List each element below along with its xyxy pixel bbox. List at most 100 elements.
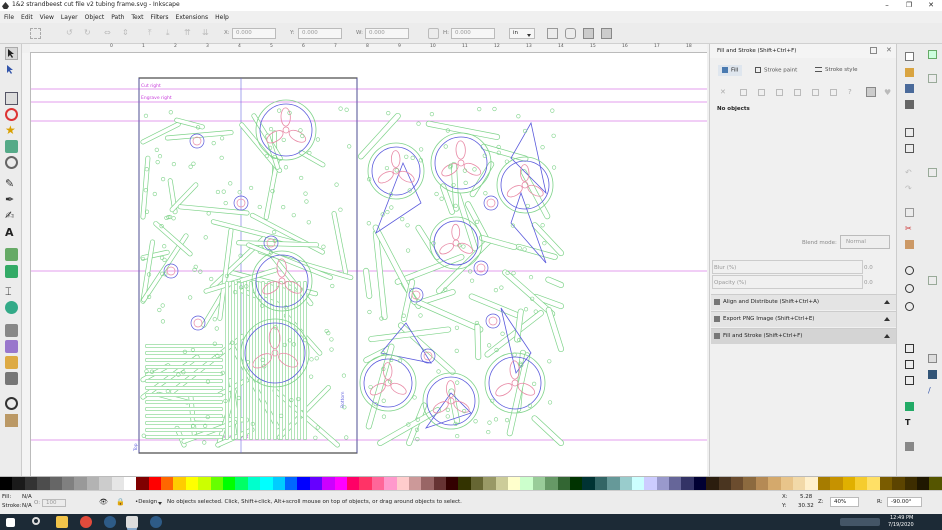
cut-link-inner[interactable] [546,277,564,288]
cut-hole[interactable] [381,414,387,419]
palette-swatch[interactable] [24,477,38,490]
cut-hole[interactable] [211,140,216,146]
cut-hole[interactable] [160,319,166,324]
eraser-tool-icon[interactable] [5,265,18,278]
cut-hole[interactable] [347,144,352,149]
palette-swatch[interactable] [879,477,893,490]
cut-hole[interactable] [404,154,409,159]
cut-link-inner[interactable] [426,121,500,140]
palette-swatch[interactable] [37,477,50,490]
engrave-hub[interactable] [282,126,290,134]
engrave-petal[interactable] [494,381,514,398]
palette-swatch[interactable] [272,477,285,490]
palette-swatch[interactable] [594,477,608,490]
palette-swatch[interactable] [235,477,248,490]
cut-hole[interactable] [344,107,349,112]
palette-swatch[interactable] [49,477,62,490]
lock-ratio-icon[interactable] [428,28,439,39]
spiral-tool-icon[interactable] [5,156,18,169]
palette-swatch[interactable] [582,477,595,490]
palette-swatch[interactable] [731,477,744,490]
palette-swatch[interactable] [780,477,793,490]
print-icon[interactable] [905,100,914,109]
palette-swatch[interactable] [86,477,100,490]
bucket-tool-icon[interactable] [5,301,18,314]
palette-swatch[interactable] [644,477,657,490]
cut-hole[interactable] [168,110,173,115]
cut-hole[interactable] [445,407,450,413]
pattern-icon[interactable] [812,89,819,96]
palette-swatch[interactable] [12,477,25,490]
cut-hole[interactable] [493,288,499,293]
system-tray-icons[interactable] [840,518,880,526]
snap-grid-icon[interactable] [928,370,937,379]
palette-swatch[interactable] [929,477,942,490]
cut-hole[interactable] [154,147,159,152]
section-export-png[interactable]: Export PNG Image (Shift+Ctrl+E) [711,311,896,327]
fill-rule-evenodd-icon[interactable] [866,87,876,97]
cut-hole[interactable] [206,211,211,216]
palette-swatch[interactable] [892,477,905,490]
lower-icon[interactable]: ⤓ [166,28,177,39]
pencil-tool-icon[interactable]: ✎ [5,177,18,190]
cut-hole[interactable] [159,255,165,260]
engrave-hub[interactable] [384,379,392,387]
move-gradients-icon[interactable] [583,28,594,39]
cut-hole[interactable] [487,420,492,425]
cut-hole[interactable] [483,191,488,196]
cut-link-inner[interactable] [416,300,483,332]
cut-hole[interactable] [162,244,167,249]
ruler-tool-icon[interactable] [5,414,18,427]
menu-layer[interactable]: Layer [61,14,78,21]
cut-link-inner[interactable] [358,113,401,159]
cut-hole[interactable] [512,352,517,357]
engrave-crank[interactable] [259,103,313,157]
y-field[interactable]: 0.000 [298,28,342,39]
cut-hole[interactable] [540,145,545,150]
palette-swatch[interactable] [669,477,682,490]
cut-hole[interactable] [487,343,492,348]
cut-hole[interactable] [191,161,196,166]
cut-hole[interactable] [493,417,499,422]
blend-mode-select[interactable]: Normal [840,235,890,249]
cut-hole[interactable] [405,223,410,228]
cut-hole[interactable] [443,144,448,149]
palette-swatch[interactable] [693,477,707,490]
palette-swatch[interactable] [260,477,273,490]
menu-path[interactable]: Path [111,14,124,21]
cut-hole[interactable] [504,418,510,423]
text-font-icon[interactable]: T [905,418,914,427]
engrave-ring[interactable] [483,195,499,211]
cut-hole[interactable] [547,359,552,364]
cut-hole[interactable] [385,209,390,215]
menu-extensions[interactable]: Extensions [176,14,209,21]
cut-hole[interactable] [209,276,214,282]
menu-help[interactable]: Help [215,14,229,21]
palette-swatch[interactable] [755,477,769,490]
engrave-ring-inner[interactable] [192,136,202,146]
cut-hole[interactable] [410,155,415,160]
opacity-status-field[interactable]: 100 [42,499,66,507]
magnifier-icon[interactable] [5,397,18,410]
to-top-icon[interactable]: ⇈ [184,28,195,39]
engrave-petal[interactable] [389,381,408,397]
clone-icon[interactable] [905,360,914,369]
cut-hole[interactable] [384,165,390,171]
cut-hole[interactable] [367,309,372,315]
palette-swatch[interactable] [446,477,459,490]
palette-swatch[interactable] [74,477,87,490]
menu-text[interactable]: Text [131,14,143,21]
cut-hole[interactable] [162,257,167,263]
palette-swatch[interactable] [161,477,174,490]
cut-hole[interactable] [381,398,386,403]
cut-hole[interactable] [141,433,146,438]
horizontal-ruler[interactable]: 0 1 2 3 4 5 6 7 8 9 10 11 12 13 14 15 16 17 18 [30,44,707,53]
cut-hole[interactable] [492,106,497,112]
palette-swatch[interactable] [111,477,124,490]
cut-link-inner[interactable] [507,353,530,436]
cut-hole[interactable] [461,244,466,249]
opacity-value[interactable]: 0.0 [864,280,873,286]
connector-tool-icon[interactable] [5,340,18,353]
section-align-distribute[interactable]: Align and Distribute (Shift+Ctrl+A) [711,294,896,310]
cut-hole[interactable] [523,307,529,312]
